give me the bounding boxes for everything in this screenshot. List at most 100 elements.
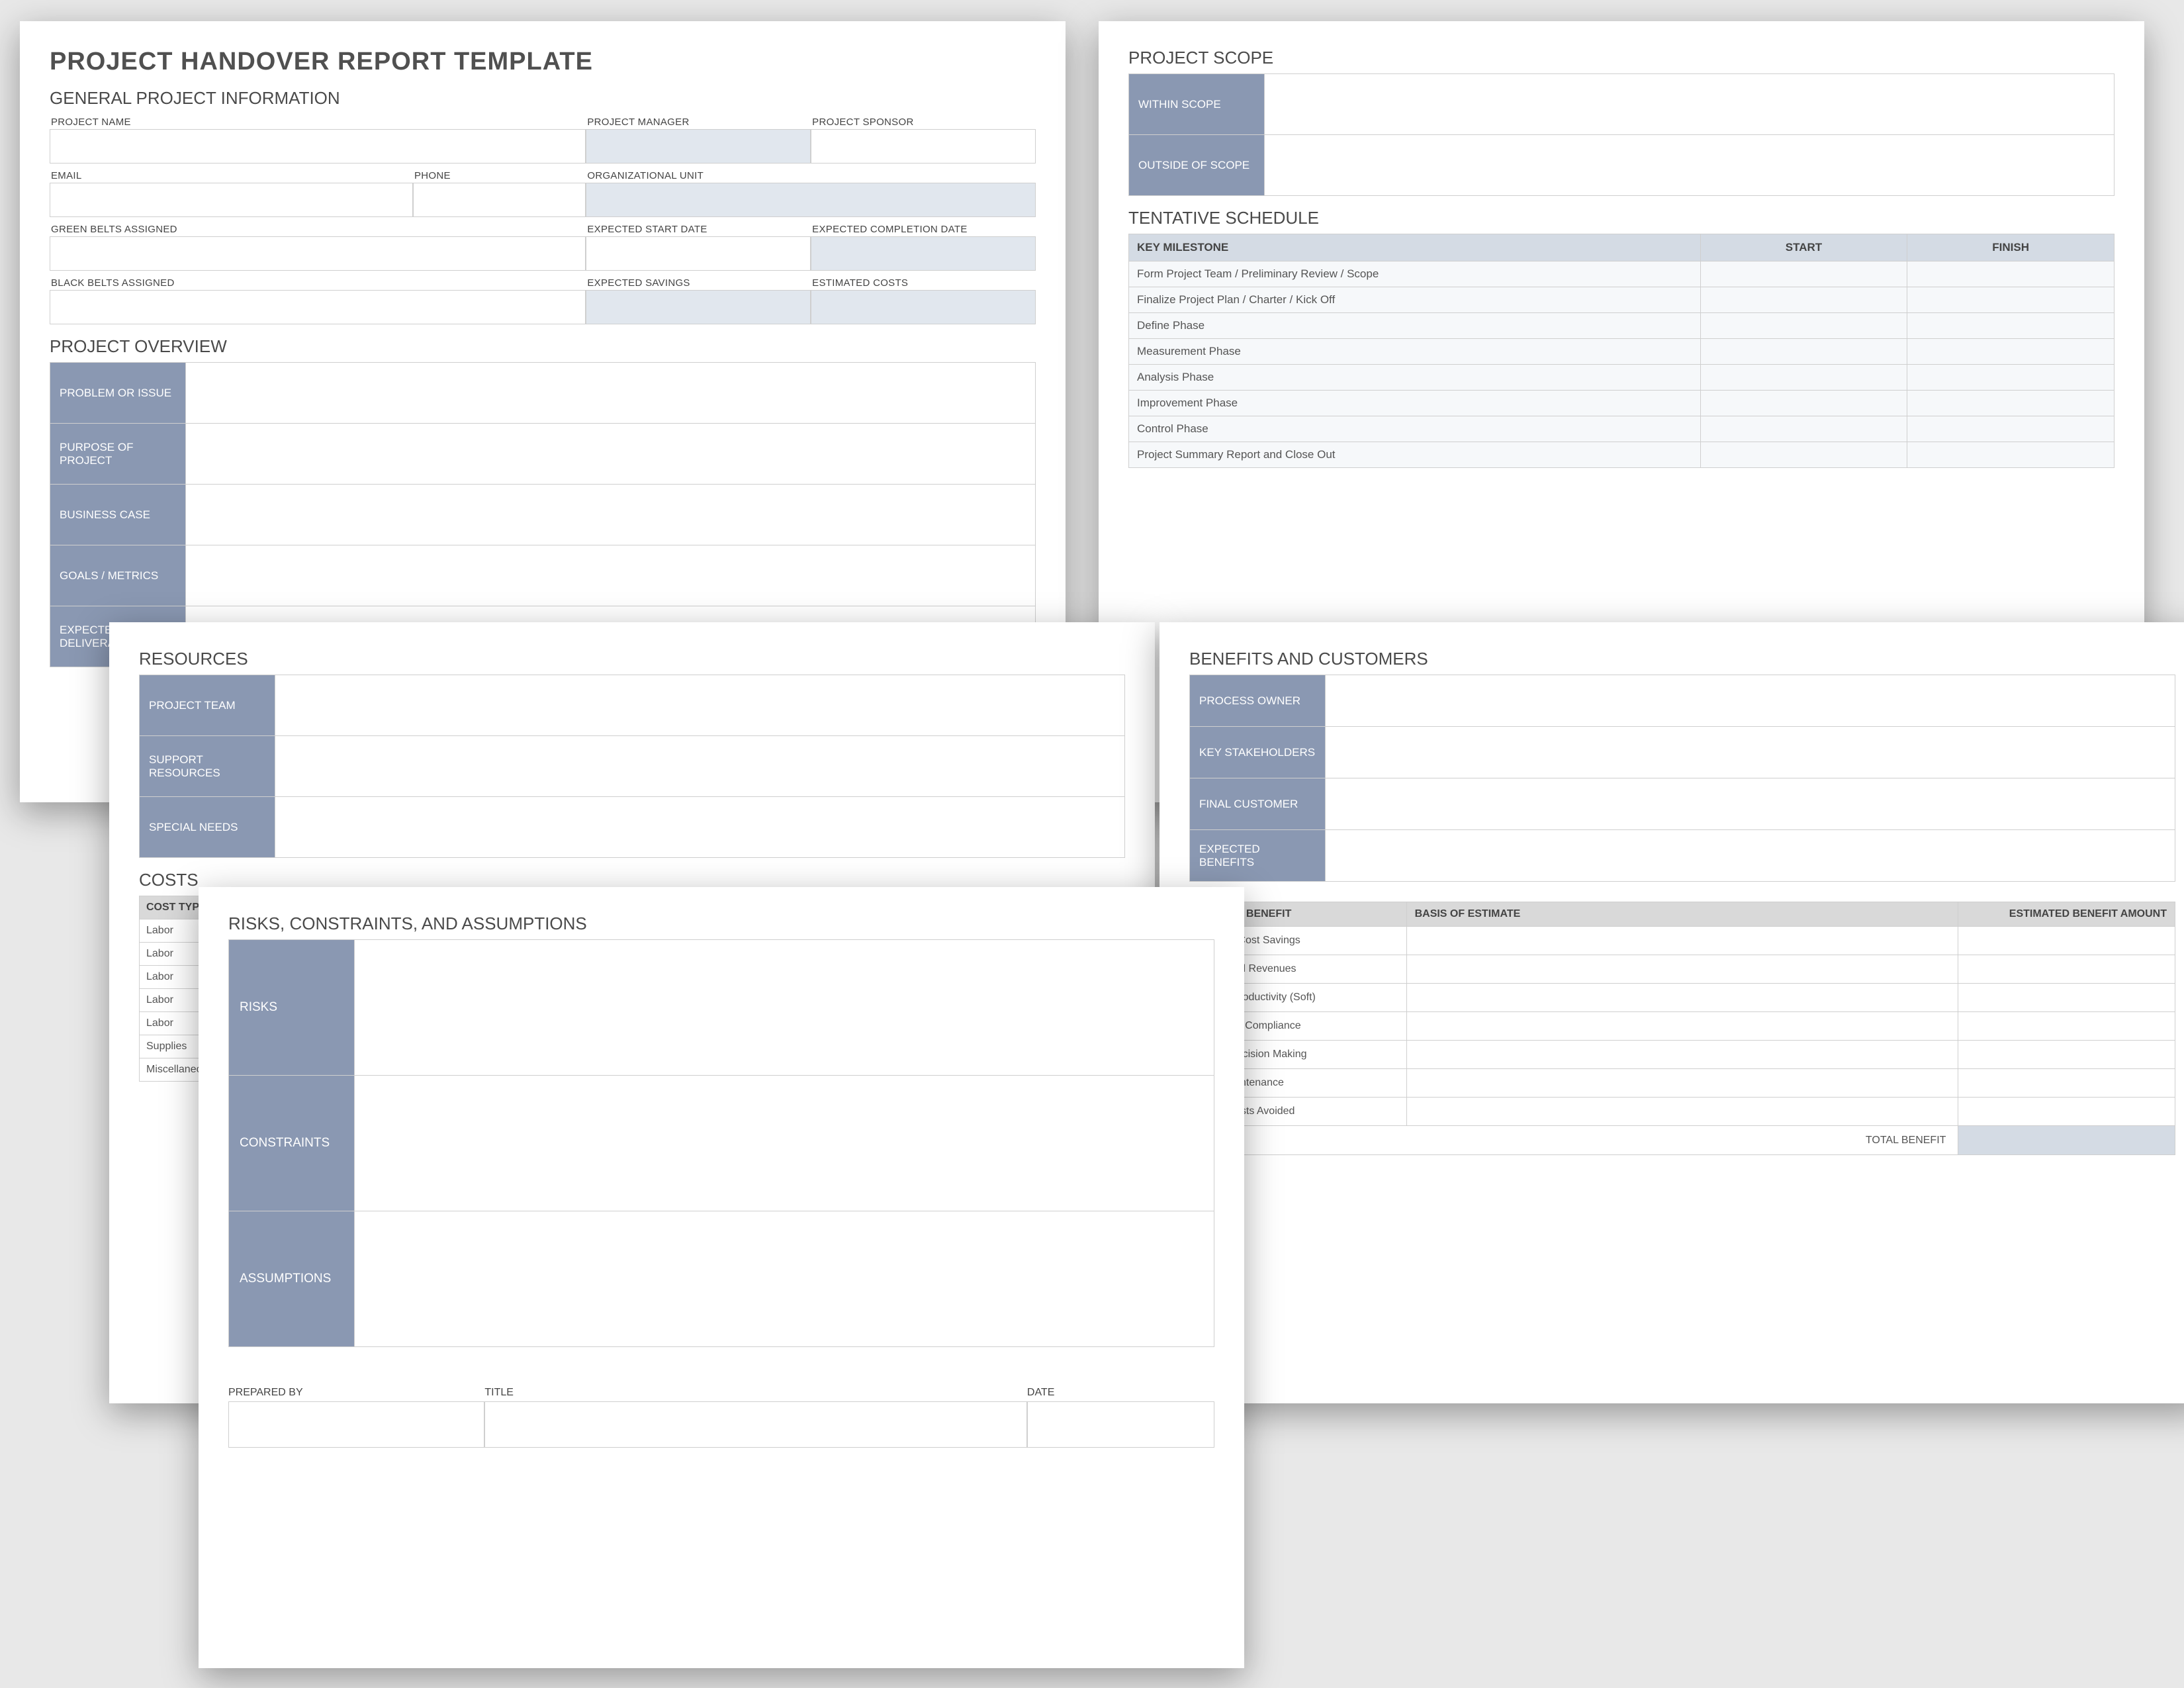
overview-row-label: BUSINESS CASE xyxy=(50,485,186,545)
benefit-amount[interactable] xyxy=(1958,1069,2175,1098)
schedule-finish[interactable] xyxy=(1907,313,2115,339)
section-tentative-schedule: TENTATIVE SCHEDULE xyxy=(1128,208,2115,228)
schedule-milestone: Form Project Team / Preliminary Review /… xyxy=(1129,261,1701,287)
input-email[interactable] xyxy=(50,183,413,217)
scope-row-value[interactable] xyxy=(1265,135,2115,196)
label-email: EMAIL xyxy=(50,167,413,183)
schedule-start[interactable] xyxy=(1700,416,1907,442)
label-estimated-costs: ESTIMATED COSTS xyxy=(811,275,1036,290)
benefit-amount[interactable] xyxy=(1958,955,2175,984)
schedule-header-milestone: KEY MILESTONE xyxy=(1129,234,1701,261)
overview-row-value[interactable] xyxy=(186,424,1036,485)
resources-row-value[interactable] xyxy=(275,675,1125,736)
input-date[interactable] xyxy=(1027,1401,1214,1448)
benefit-amount[interactable] xyxy=(1958,984,2175,1012)
schedule-milestone: Analysis Phase xyxy=(1129,365,1701,391)
input-project-name[interactable] xyxy=(50,129,586,164)
overview-row-value[interactable] xyxy=(186,363,1036,424)
total-benefit-value[interactable] xyxy=(1958,1126,2175,1155)
scope-row-value[interactable] xyxy=(1265,74,2115,135)
input-black-belts[interactable] xyxy=(50,290,586,324)
benefits-customers-table: PROCESS OWNER KEY STAKEHOLDERS FINAL CUS… xyxy=(1189,675,2175,882)
benefit-amount[interactable] xyxy=(1958,1012,2175,1041)
schedule-table: KEY MILESTONE START FINISH Form Project … xyxy=(1128,234,2115,468)
benefits-row-value[interactable] xyxy=(1326,727,2175,778)
input-green-belts[interactable] xyxy=(50,236,586,271)
schedule-milestone: Improvement Phase xyxy=(1129,391,1701,416)
input-expected-completion[interactable] xyxy=(811,236,1036,271)
risks-row-label: ASSUMPTIONS xyxy=(229,1211,355,1347)
overview-row-label: PURPOSE OF PROJECT xyxy=(50,424,186,485)
label-expected-savings: EXPECTED SAVINGS xyxy=(586,275,811,290)
benefits-row-label: KEY STAKEHOLDERS xyxy=(1190,727,1326,778)
input-estimated-costs[interactable] xyxy=(811,290,1036,324)
benefit-amount[interactable] xyxy=(1958,927,2175,955)
benefit-basis[interactable] xyxy=(1406,927,1958,955)
input-org-unit[interactable] xyxy=(586,183,1036,217)
input-project-sponsor[interactable] xyxy=(811,129,1036,164)
schedule-start[interactable] xyxy=(1700,391,1907,416)
schedule-finish[interactable] xyxy=(1907,365,2115,391)
benefit-basis[interactable] xyxy=(1406,1041,1958,1069)
section-risks: RISKS, CONSTRAINTS, AND ASSUMPTIONS xyxy=(228,914,1214,934)
input-expected-start[interactable] xyxy=(586,236,811,271)
label-prepared-by: PREPARED BY xyxy=(228,1387,484,1401)
schedule-start[interactable] xyxy=(1700,365,1907,391)
resources-row-value[interactable] xyxy=(275,797,1125,858)
benefit-amount[interactable] xyxy=(1958,1041,2175,1069)
resources-row-label: PROJECT TEAM xyxy=(140,675,275,736)
schedule-start[interactable] xyxy=(1700,261,1907,287)
schedule-start[interactable] xyxy=(1700,442,1907,468)
benefit-basis[interactable] xyxy=(1406,1069,1958,1098)
schedule-finish[interactable] xyxy=(1907,339,2115,365)
label-expected-completion: EXPECTED COMPLETION DATE xyxy=(811,221,1036,236)
input-expected-savings[interactable] xyxy=(586,290,811,324)
risks-row-label: RISKS xyxy=(229,940,355,1076)
section-project-scope: PROJECT SCOPE xyxy=(1128,48,2115,68)
benefit-amount[interactable] xyxy=(1958,1098,2175,1126)
benefit-estimate-table: TYPE OF BENEFIT BASIS OF ESTIMATE ESTIMA… xyxy=(1189,902,2175,1155)
schedule-start[interactable] xyxy=(1700,287,1907,313)
overview-row-label: GOALS / METRICS xyxy=(50,545,186,606)
schedule-finish[interactable] xyxy=(1907,442,2115,468)
schedule-finish[interactable] xyxy=(1907,416,2115,442)
benefit-basis[interactable] xyxy=(1406,1012,1958,1041)
scope-row-label: OUTSIDE OF SCOPE xyxy=(1129,135,1265,196)
resources-row-label: SPECIAL NEEDS xyxy=(140,797,275,858)
label-project-sponsor: PROJECT SPONSOR xyxy=(811,114,1036,129)
section-benefits-customers: BENEFITS AND CUSTOMERS xyxy=(1189,649,2175,669)
benefits-row-value[interactable] xyxy=(1326,675,2175,727)
resources-row-label: SUPPORT RESOURCES xyxy=(140,736,275,797)
schedule-milestone: Measurement Phase xyxy=(1129,339,1701,365)
input-title[interactable] xyxy=(484,1401,1027,1448)
overview-row-value[interactable] xyxy=(186,545,1036,606)
benefit-basis[interactable] xyxy=(1406,1098,1958,1126)
overview-row-value[interactable] xyxy=(186,485,1036,545)
label-title: TITLE xyxy=(484,1387,1027,1401)
risks-row-value[interactable] xyxy=(355,1211,1214,1347)
label-expected-start: EXPECTED START DATE xyxy=(586,221,811,236)
schedule-finish[interactable] xyxy=(1907,261,2115,287)
label-black-belts: BLACK BELTS ASSIGNED xyxy=(50,275,586,290)
resources-row-value[interactable] xyxy=(275,736,1125,797)
schedule-header-finish: FINISH xyxy=(1907,234,2115,261)
benefit-basis[interactable] xyxy=(1406,984,1958,1012)
risks-row-value[interactable] xyxy=(355,1076,1214,1211)
input-project-manager[interactable] xyxy=(586,129,811,164)
input-phone[interactable] xyxy=(413,183,586,217)
benefit-header-amount: ESTIMATED BENEFIT AMOUNT xyxy=(1958,902,2175,927)
page-4: BENEFITS AND CUSTOMERS PROCESS OWNER KEY… xyxy=(1160,622,2184,1403)
risks-row-value[interactable] xyxy=(355,940,1214,1076)
schedule-milestone: Define Phase xyxy=(1129,313,1701,339)
schedule-milestone: Control Phase xyxy=(1129,416,1701,442)
schedule-start[interactable] xyxy=(1700,339,1907,365)
input-prepared-by[interactable] xyxy=(228,1401,484,1448)
benefits-row-value[interactable] xyxy=(1326,778,2175,830)
schedule-finish[interactable] xyxy=(1907,287,2115,313)
label-phone: PHONE xyxy=(413,167,586,183)
schedule-start[interactable] xyxy=(1700,313,1907,339)
benefit-basis[interactable] xyxy=(1406,955,1958,984)
benefits-row-value[interactable] xyxy=(1326,830,2175,882)
section-resources: RESOURCES xyxy=(139,649,1125,669)
schedule-finish[interactable] xyxy=(1907,391,2115,416)
